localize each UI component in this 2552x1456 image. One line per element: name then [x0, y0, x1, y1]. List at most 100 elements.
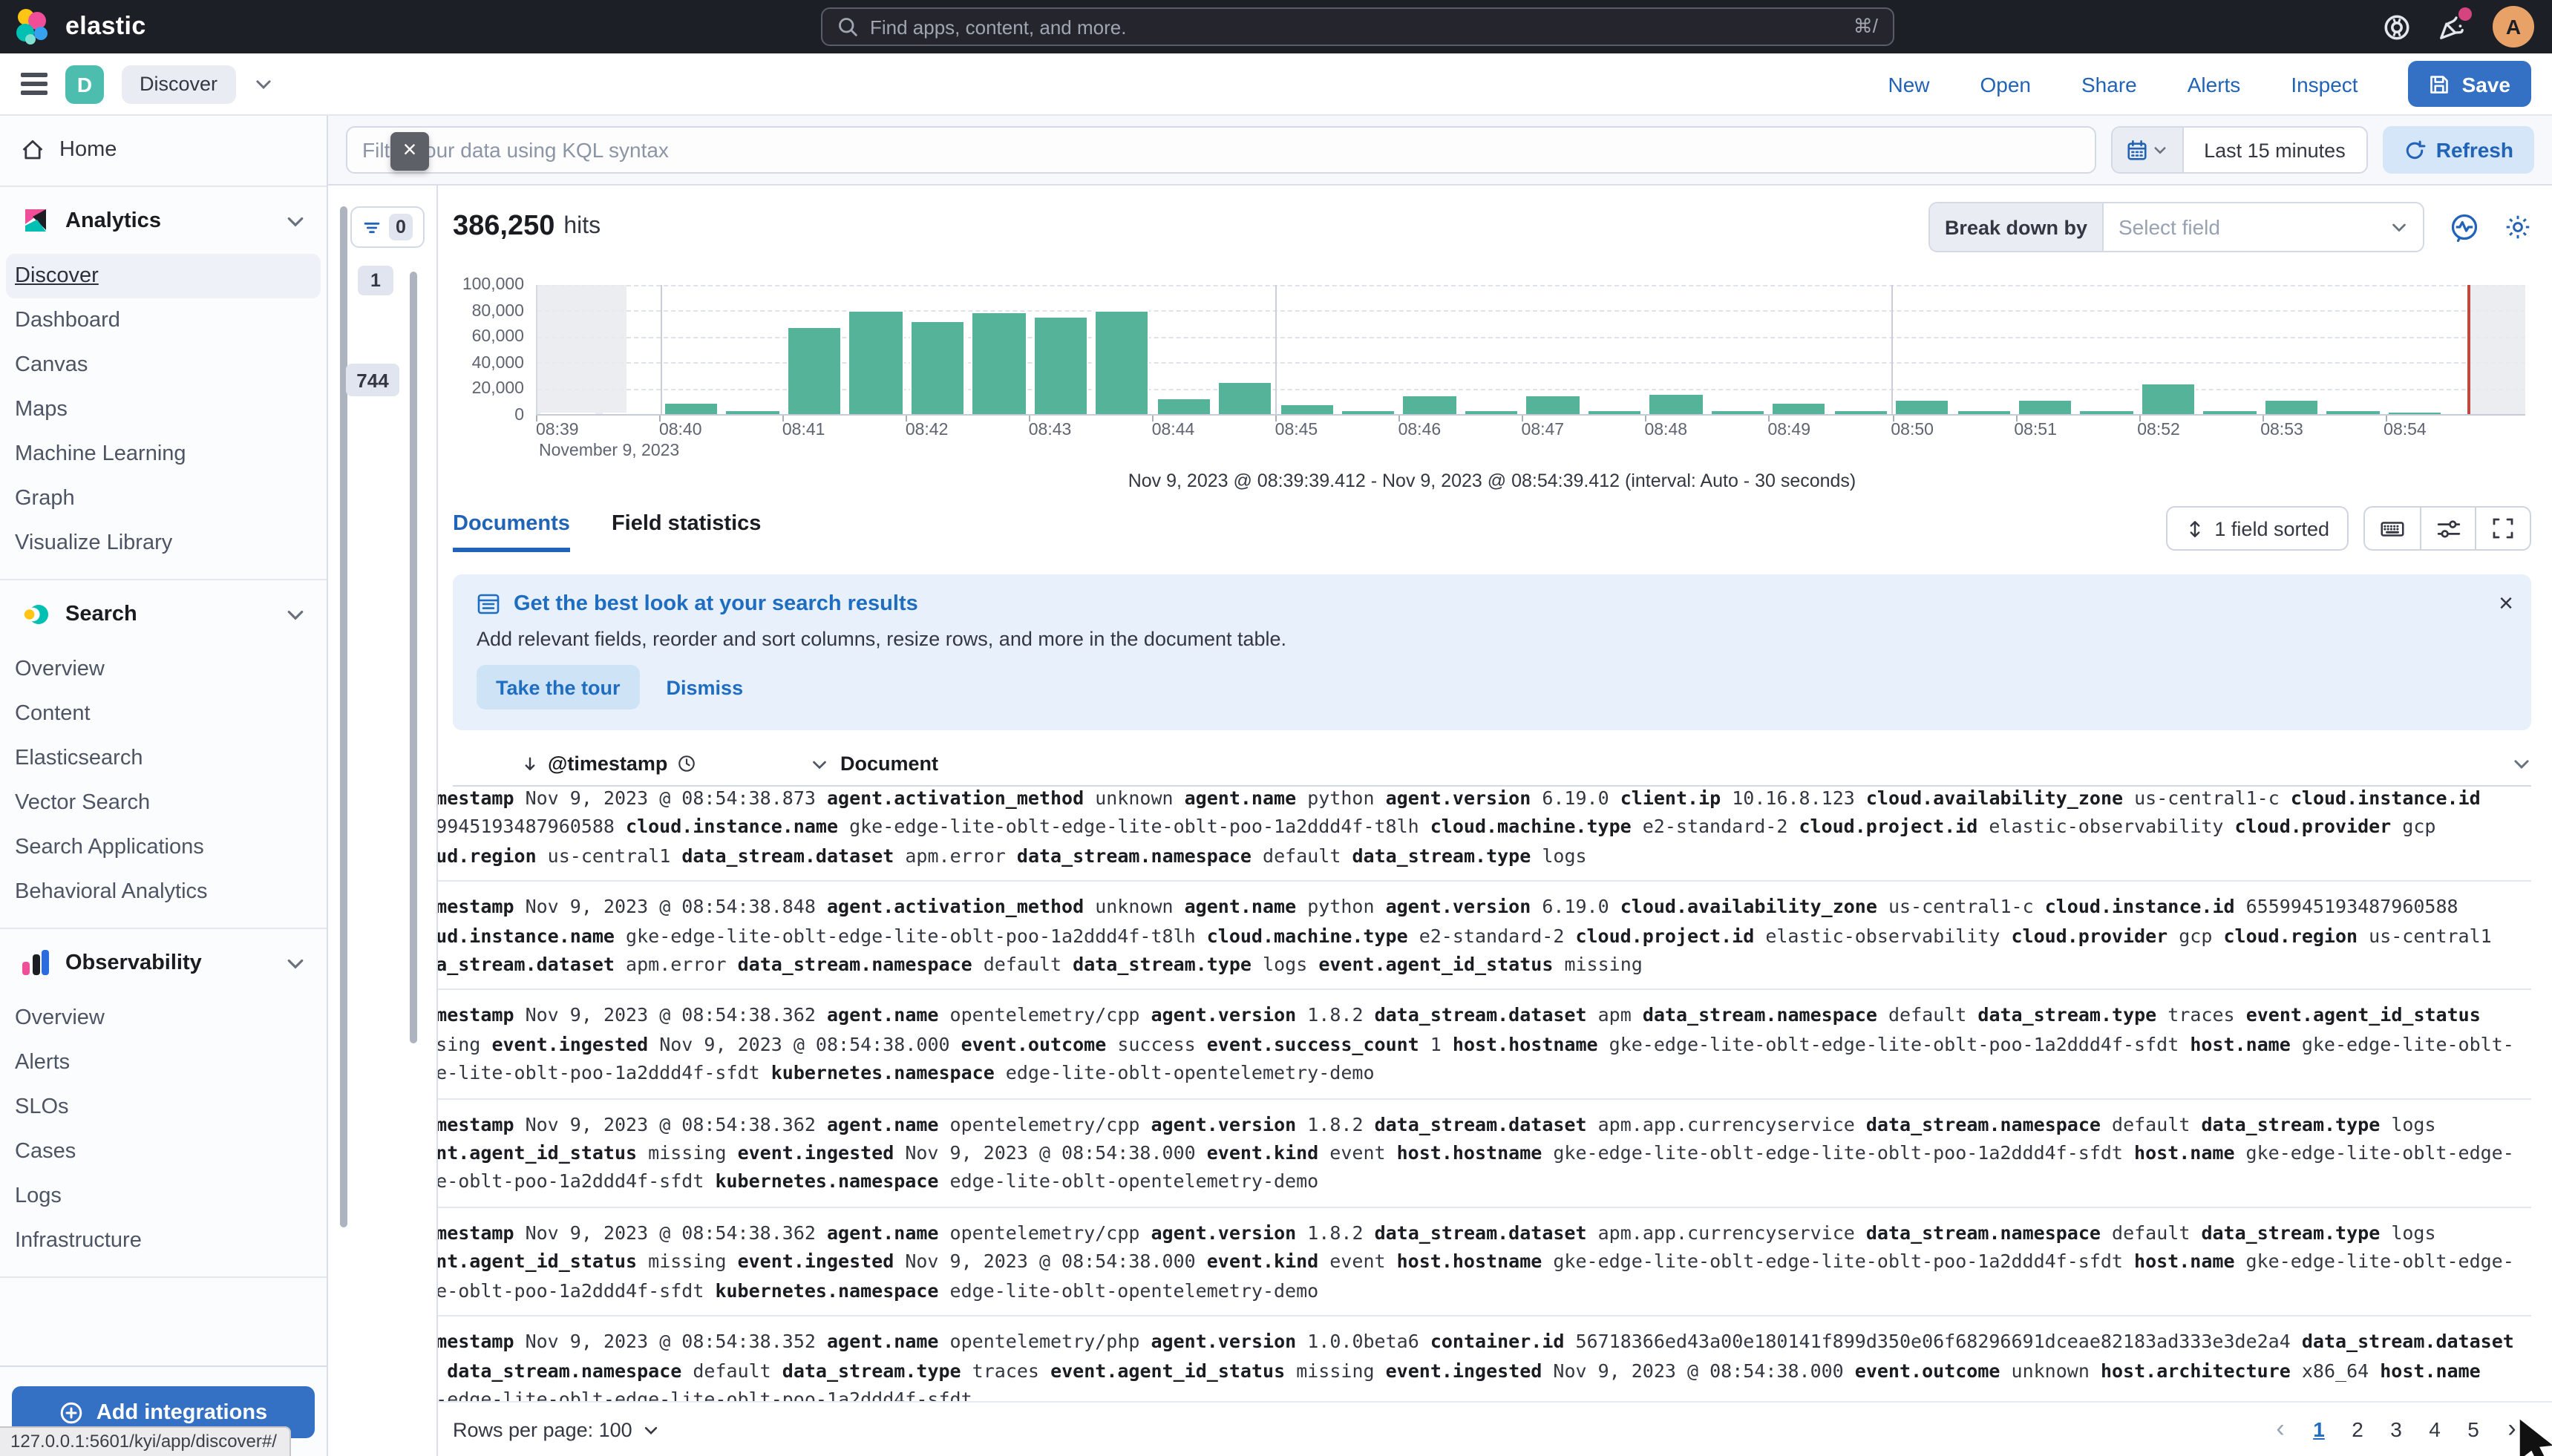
menu-icon[interactable] [21, 73, 48, 95]
scrollbar[interactable] [340, 206, 347, 1227]
tab-documents[interactable]: Documents [453, 511, 570, 551]
histogram-bar[interactable] [1340, 410, 1396, 414]
page-2-button[interactable]: 2 [2338, 1417, 2377, 1441]
sidebar-section-header-analytics[interactable]: Analytics [0, 197, 327, 242]
dismiss-button[interactable]: Dismiss [667, 676, 744, 698]
sidebar-item-maps[interactable]: Maps [6, 387, 321, 432]
histogram-bar[interactable] [540, 412, 596, 414]
kql-query-input[interactable]: Filter your data using KQL syntax [346, 126, 2096, 174]
histogram-bar[interactable] [1894, 399, 1950, 414]
tab-field-statistics[interactable]: Field statistics [612, 511, 761, 551]
help-icon[interactable] [2383, 13, 2411, 41]
inspect-button[interactable]: Inspect [2291, 72, 2358, 96]
histogram-bar[interactable] [1217, 381, 1273, 414]
alerts-button[interactable]: Alerts [2188, 72, 2241, 96]
histogram-bar[interactable] [602, 412, 658, 414]
sidebar-item-graph[interactable]: Graph [6, 476, 321, 521]
scrollbar[interactable] [410, 272, 417, 1043]
page-5-button[interactable]: 5 [2454, 1417, 2493, 1441]
refresh-button[interactable]: Refresh [2382, 126, 2534, 174]
edit-visualization-icon[interactable] [2450, 212, 2479, 242]
sidebar-item-overview[interactable]: Overview [6, 996, 321, 1040]
sidebar-item-search-applications[interactable]: Search Applications [6, 825, 321, 870]
histogram-bar[interactable] [2140, 383, 2196, 414]
time-range-value[interactable]: Last 15 minutes [2183, 128, 2366, 172]
newsfeed-icon[interactable] [2438, 7, 2472, 41]
take-tour-button[interactable]: Take the tour [477, 665, 640, 709]
histogram-bar[interactable] [2325, 409, 2381, 414]
sidebar-section-header-observability[interactable]: Observability [0, 939, 327, 984]
document-column-header[interactable]: Document [840, 752, 938, 775]
histogram-bar[interactable] [2386, 410, 2443, 414]
sidebar-item-machine-learning[interactable]: Machine Learning [6, 432, 321, 476]
new-button[interactable]: New [1888, 72, 1929, 96]
keyboard-shortcuts-icon[interactable] [2365, 508, 2420, 549]
histogram-plot[interactable] [536, 285, 2525, 416]
previous-page-icon[interactable]: ‹ [2261, 1414, 2300, 1444]
display-options-icon[interactable] [2420, 508, 2475, 549]
breakdown-select[interactable]: Select field [2104, 203, 2423, 251]
space-badge[interactable]: D [65, 65, 104, 103]
histogram-bar[interactable] [2017, 399, 2073, 414]
histogram-bar[interactable] [1033, 316, 1088, 414]
histogram-bar[interactable] [1586, 409, 1643, 414]
histogram-bar[interactable] [2078, 410, 2135, 414]
fullscreen-icon[interactable] [2475, 508, 2530, 549]
sidebar-item-alerts[interactable]: Alerts [6, 1040, 321, 1085]
histogram-bar[interactable] [786, 326, 843, 414]
histogram-bar[interactable] [1094, 309, 1150, 414]
chart-settings-gear-icon[interactable] [2504, 214, 2531, 240]
field-filter-button[interactable]: 0 [350, 206, 425, 248]
rows-per-page-button[interactable]: Rows per page: 100 [453, 1418, 659, 1440]
sidebar-item-canvas[interactable]: Canvas [6, 343, 321, 387]
share-button[interactable]: Share [2081, 72, 2137, 96]
histogram-bar[interactable] [1709, 409, 1766, 414]
page-3-button[interactable]: 3 [2377, 1417, 2415, 1441]
callout-close-icon[interactable]: × [2499, 589, 2513, 619]
date-picker-calendar-button[interactable] [2112, 128, 2184, 172]
sidebar-item-elasticsearch[interactable]: Elasticsearch [6, 736, 321, 781]
sidebar-item-home[interactable]: Home [0, 125, 327, 175]
histogram-bar[interactable] [1771, 402, 1827, 414]
sorted-fields-button[interactable]: 1 field sorted [2165, 506, 2349, 551]
histogram-bar[interactable] [1525, 394, 1581, 414]
sidebar-section-header-search[interactable]: Search [0, 591, 327, 635]
histogram-bar[interactable] [1956, 410, 2012, 414]
sidebar-item-slos[interactable]: SLOs [6, 1085, 321, 1129]
histogram-bar[interactable] [2263, 399, 2320, 414]
breadcrumb[interactable]: Discover [122, 65, 236, 103]
page-1-button[interactable]: 1 [2300, 1417, 2338, 1441]
elastic-logo[interactable]: elastic [0, 7, 146, 46]
histogram-bar[interactable] [848, 309, 904, 414]
global-search-input[interactable] [870, 16, 1842, 38]
sidebar-item-dashboard[interactable]: Dashboard [6, 298, 321, 343]
sidebar-item-cases[interactable]: Cases [6, 1129, 321, 1174]
histogram-bar[interactable] [1401, 394, 1458, 414]
avatar[interactable]: A [2493, 6, 2534, 47]
sidebar-item-infrastructure[interactable]: Infrastructure [6, 1219, 321, 1263]
page-4-button[interactable]: 4 [2415, 1417, 2454, 1441]
histogram-bar[interactable] [1279, 403, 1335, 414]
save-button[interactable]: Save [2408, 61, 2531, 107]
breadcrumb-chevron-icon[interactable] [253, 74, 272, 94]
sidebar-item-behavioral-analytics[interactable]: Behavioral Analytics [6, 870, 321, 914]
histogram-bar[interactable] [909, 320, 966, 414]
histogram-bar[interactable] [663, 402, 719, 414]
histogram-bar[interactable] [1648, 393, 1704, 414]
sidebar-item-content[interactable]: Content [6, 692, 321, 736]
histogram-bar[interactable] [1156, 397, 1211, 414]
histogram-bar[interactable] [1833, 410, 1888, 414]
global-search[interactable]: ⌘/ [821, 7, 1894, 46]
histogram-bar[interactable] [724, 410, 781, 414]
sidebar-item-logs[interactable]: Logs [6, 1174, 321, 1219]
sidebar-item-vector-search[interactable]: Vector Search [6, 781, 321, 825]
column-menu-chevron-icon[interactable] [811, 755, 828, 773]
timestamp-column-header[interactable]: @timestamp [548, 752, 667, 775]
close-panel-button[interactable]: × [390, 132, 429, 171]
sidebar-item-overview[interactable]: Overview [6, 647, 321, 692]
sidebar-item-discover[interactable]: Discover [6, 254, 321, 298]
histogram-bar[interactable] [971, 311, 1027, 414]
open-button[interactable]: Open [1980, 72, 2032, 96]
histogram-bar[interactable] [2202, 409, 2258, 414]
histogram-bar[interactable] [1463, 409, 1519, 414]
